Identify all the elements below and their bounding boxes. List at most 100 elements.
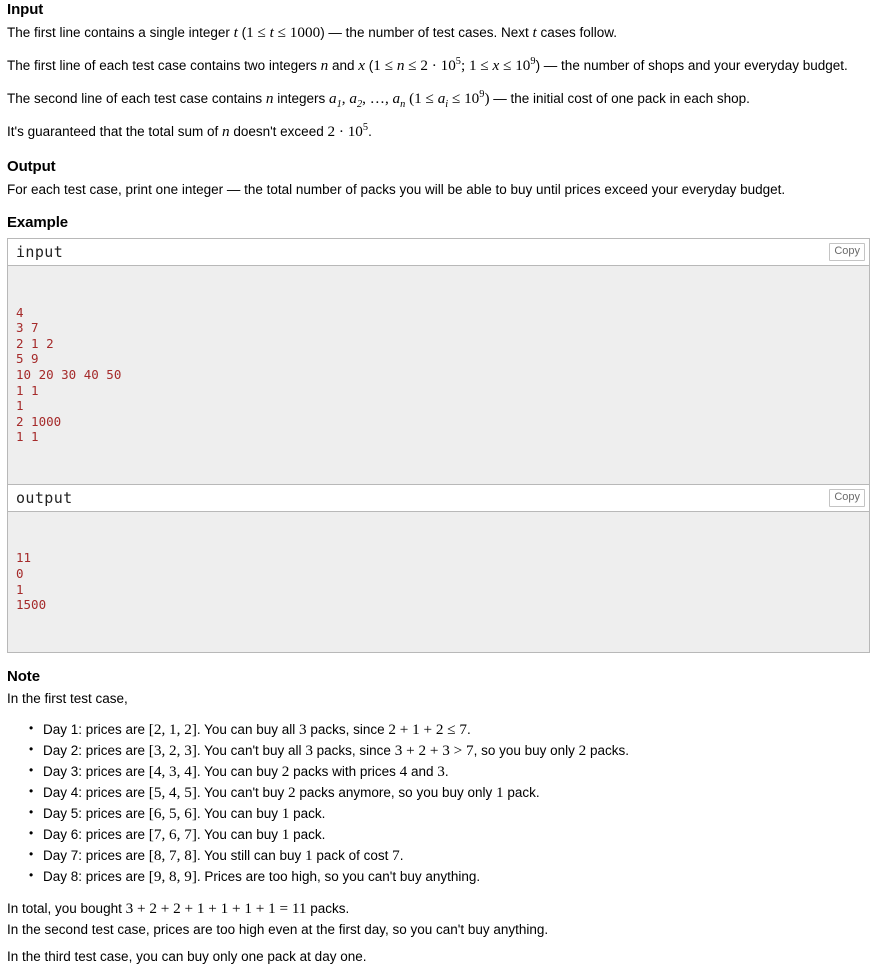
day-count-1: 2: [288, 783, 296, 801]
input-paragraph-2: The first line of each test case contain…: [7, 55, 870, 77]
input-paragraph-1: The first line contains a single integer…: [7, 22, 870, 44]
day-text-b: . You can buy: [196, 763, 282, 779]
note-intro: In the first test case,: [7, 691, 128, 707]
day-prices-array: [6, 5, 6]: [148, 804, 197, 822]
input-p2-text-a: The first line of each test case contain…: [7, 58, 321, 74]
day-text-f: .: [444, 763, 449, 779]
input-paragraph-3: The second line of each test case contai…: [7, 88, 870, 110]
note-day-list: Day 1: prices are [2, 1, 2]. You can buy…: [7, 718, 870, 887]
input-p4-text-a: It's guaranteed that the total sum of: [7, 124, 222, 140]
day-text-c: packs, since: [312, 742, 395, 758]
input-p1-text-b: (: [237, 25, 247, 41]
section-heading-output: Output: [7, 158, 56, 176]
code-line: 1500: [16, 597, 47, 613]
day-text-a: Day 8: prices are: [43, 868, 149, 884]
example-output-block: output Copy 11 0 1 1500: [7, 485, 870, 653]
example-output-code: 11 0 1 1500: [8, 512, 869, 652]
day-prices-array: [2, 1, 2]: [148, 720, 197, 738]
day-text-c: pack.: [289, 805, 326, 821]
day-text-b: . You still can buy: [196, 847, 305, 863]
input-p3-var-n: n: [265, 90, 274, 108]
day-prices-array: [7, 6, 7]: [148, 825, 197, 843]
day-text-a: Day 4: prices are: [43, 784, 149, 800]
total-text-a: In total, you bought: [7, 900, 126, 916]
input-p4-math-sum: 2 · 105: [327, 122, 369, 141]
list-item: Day 1: prices are [2, 1, 2]. You can buy…: [29, 718, 870, 740]
day-prices-array: [9, 8, 9]: [148, 867, 197, 885]
note-third-case: In the third test case, you can buy only…: [7, 949, 367, 965]
copy-output-button[interactable]: Copy: [829, 489, 865, 508]
day-expression: 1: [496, 783, 504, 801]
input-p2-text-b: and: [328, 58, 359, 74]
day-text-b: . You can buy: [196, 805, 282, 821]
output-description: For each test case, print one integer — …: [7, 181, 786, 197]
code-line: 10 20 30 40 50: [16, 367, 122, 382]
input-p3-text-c: — the initial cost of one pack in each s…: [489, 91, 750, 107]
day-prices-array: [4, 3, 4]: [148, 762, 197, 780]
day-text-b: . You can't buy all: [196, 742, 306, 758]
code-line: 1 1: [16, 429, 39, 445]
copy-input-button[interactable]: Copy: [829, 243, 865, 262]
note-second-case: In the second test case, prices are too …: [7, 921, 549, 937]
input-p1-text-d: cases follow.: [536, 25, 618, 41]
code-line: 5 9: [16, 351, 39, 367]
input-p1-text-c: ) — the number of test cases. Next: [320, 25, 533, 41]
day-count-1: 3: [298, 720, 307, 738]
list-item: Day 5: prices are [6, 5, 6]. You can buy…: [29, 802, 870, 824]
day-text-a: Day 2: prices are: [43, 742, 149, 758]
day-text-d: pack.: [503, 784, 540, 800]
example-tests-container: input Copy 43 72 1 25 9 10 20 30 40 50 1 1…: [7, 238, 870, 653]
day-text-b: . You can buy all: [196, 721, 299, 737]
day-text-b: . You can't buy: [196, 784, 289, 800]
example-input-header: input Copy: [8, 239, 869, 267]
day-count-1: 3: [305, 741, 313, 759]
input-p4-text-c: .: [368, 124, 372, 140]
code-line: 3 7: [16, 320, 39, 336]
problem-statement-page: Input The first line contains a single i…: [0, 0, 877, 967]
code-line: 1: [16, 398, 24, 414]
list-item: Day 8: prices are [9, 8, 9]. Prices are …: [29, 865, 870, 887]
day-prices-array: [5, 4, 5]: [148, 783, 197, 801]
input-p4-var-n: n: [221, 123, 230, 141]
input-paragraph-4: It's guaranteed that the total sum of n …: [7, 121, 870, 143]
day-count-2: 3: [437, 762, 445, 780]
list-item: Day 7: prices are [8, 7, 8]. You still c…: [29, 844, 870, 866]
code-line: 4: [16, 304, 24, 320]
code-line: 0: [16, 565, 24, 581]
example-input-code: 43 72 1 25 9 10 20 30 40 50 1 112 1000 1 1: [8, 266, 869, 485]
day-text-a: Day 1: prices are: [43, 721, 149, 737]
input-p3-math-array: a1, a2, …, an (1 ≤ ai ≤ 109): [329, 89, 490, 111]
total-text-b: packs.: [306, 900, 350, 916]
section-heading-example: Example: [7, 214, 68, 232]
list-item: Day 4: prices are [5, 4, 5]. You can't b…: [29, 781, 870, 803]
day-text-a: Day 3: prices are: [43, 763, 149, 779]
example-input-block: input Copy 43 72 1 25 9 10 20 30 40 50 1 1…: [7, 238, 870, 486]
input-p3-text-a: The second line of each test case contai…: [7, 91, 266, 107]
list-item: Day 3: prices are [4, 3, 4]. You can buy…: [29, 760, 870, 782]
code-line: 1 1: [16, 382, 39, 398]
list-item: Day 2: prices are [3, 2, 3]. You can't b…: [29, 739, 870, 761]
day-prices-array: [8, 7, 8]: [148, 846, 197, 864]
example-output-header: output Copy: [8, 485, 869, 513]
day-expression: 2 + 1 + 2 ≤ 7: [388, 720, 467, 738]
input-p2-text-d: ) — the number of shops and your everyda…: [535, 58, 848, 74]
note-total-paragraph: In total, you bought 3 + 2 + 2 + 1 + 1 +…: [7, 898, 870, 920]
example-output-title: output: [16, 489, 73, 508]
day-text-c: pack of cost: [312, 847, 393, 863]
input-p1-text-a: The first line contains a single integer: [7, 25, 234, 41]
day-text-d: .: [467, 721, 471, 737]
input-p3-text-b: integers: [273, 91, 330, 107]
day-count-1: 1: [304, 846, 313, 864]
day-prices-array: [3, 2, 3]: [148, 741, 197, 759]
day-text-c: packs with prices: [289, 763, 400, 779]
code-line: 11: [16, 550, 32, 566]
day-expression: 7: [392, 846, 400, 864]
input-p4-text-b: doesn't exceed: [229, 124, 328, 140]
day-text-c: pack.: [289, 826, 326, 842]
